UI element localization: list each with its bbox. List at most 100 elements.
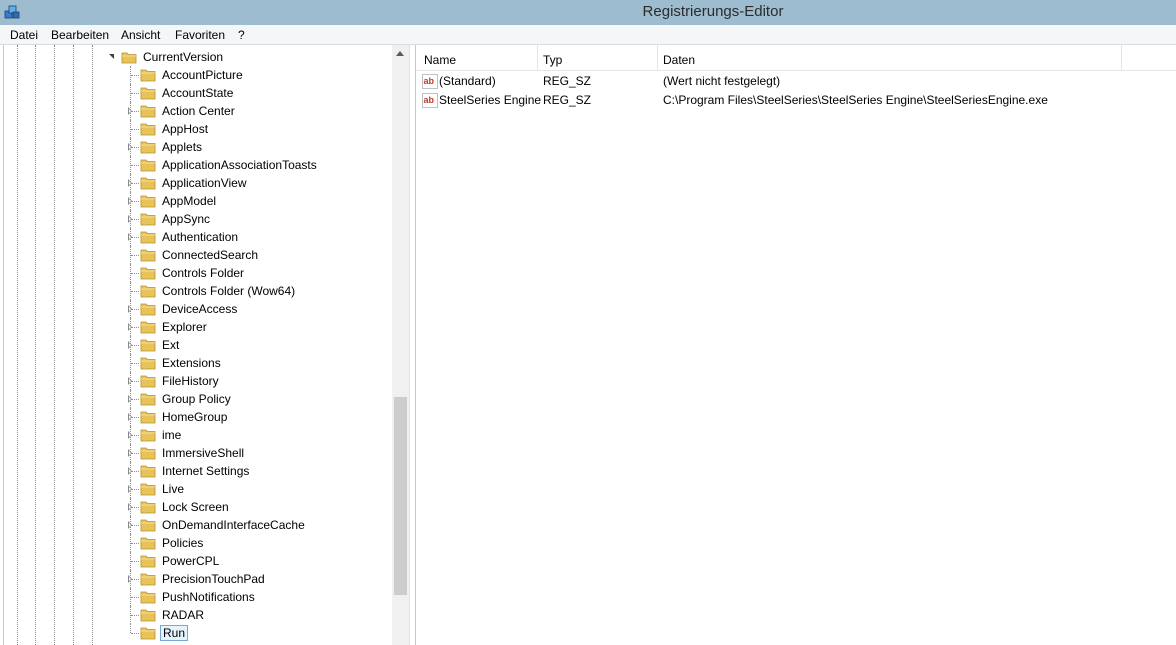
expand-arrow-icon[interactable] — [126, 340, 135, 350]
column-divider[interactable] — [1121, 45, 1122, 71]
tree-node[interactable]: AccountPicture — [0, 66, 392, 84]
tree-node[interactable]: AccountState — [0, 84, 392, 102]
tree-node[interactable]: Lock Screen — [0, 498, 392, 516]
folder-icon — [140, 159, 156, 172]
tree-connector — [131, 129, 139, 130]
window-title: Registrierungs-Editor — [642, 3, 784, 20]
expand-arrow-icon[interactable] — [126, 106, 135, 116]
tree-node[interactable]: Authentication — [0, 228, 392, 246]
scroll-up-arrow-icon[interactable] — [392, 45, 409, 62]
tree-node[interactable]: OnDemandInterfaceCache — [0, 516, 392, 534]
tree-node[interactable]: Policies — [0, 534, 392, 552]
tree-node[interactable]: FileHistory — [0, 372, 392, 390]
tree-node[interactable]: PrecisionTouchPad — [0, 570, 392, 588]
menu-ansicht[interactable]: Ansicht — [119, 27, 162, 43]
expand-arrow-icon[interactable] — [126, 484, 135, 494]
tree-node-label: PowerCPL — [162, 554, 220, 568]
expand-arrow-icon[interactable] — [126, 214, 135, 224]
title-bar: Registrierungs-Editor — [0, 0, 1176, 25]
tree-node[interactable]: ImmersiveShell — [0, 444, 392, 462]
tree-node[interactable]: PushNotifications — [0, 588, 392, 606]
tree-node[interactable]: ConnectedSearch — [0, 246, 392, 264]
folder-icon — [140, 357, 156, 370]
folder-icon — [140, 231, 156, 244]
expand-arrow-icon[interactable] — [126, 178, 135, 188]
tree-guide-line — [130, 624, 131, 633]
tree-connector — [131, 93, 139, 94]
column-divider[interactable] — [537, 45, 538, 71]
folder-icon — [140, 141, 156, 154]
expand-arrow-icon[interactable] — [126, 394, 135, 404]
value-row[interactable]: ab (Standard) REG_SZ (Wert nicht festgelegt… — [416, 72, 1176, 91]
tree-node[interactable]: DeviceAccess — [0, 300, 392, 318]
tree-scrollbar[interactable] — [392, 45, 409, 645]
tree-node-currentversion[interactable]: CurrentVersion — [0, 48, 392, 66]
value-name-cell: SteelSeries Engine — [439, 93, 542, 107]
tree-node[interactable]: AppModel — [0, 192, 392, 210]
tree-node[interactable]: Explorer — [0, 318, 392, 336]
expand-arrow-icon[interactable] — [126, 448, 135, 458]
svg-text:ab: ab — [424, 95, 435, 105]
expand-arrow-icon[interactable] — [126, 502, 135, 512]
expand-arrow-icon[interactable] — [126, 520, 135, 530]
tree-node[interactable]: PowerCPL — [0, 552, 392, 570]
column-header-name[interactable]: Name — [424, 52, 456, 68]
folder-icon — [140, 303, 156, 316]
collapse-arrow-icon[interactable] — [108, 52, 117, 62]
tree-node[interactable]: AppHost — [0, 120, 392, 138]
tree-node[interactable]: Controls Folder — [0, 264, 392, 282]
column-header-data[interactable]: Daten — [663, 52, 695, 68]
tree-node-label: Lock Screen — [162, 500, 229, 514]
tree-node-label: ApplicationAssociationToasts — [162, 158, 317, 172]
tree-node-label: Run — [160, 625, 189, 641]
scrollbar-thumb[interactable] — [394, 397, 407, 595]
expand-arrow-icon[interactable] — [126, 574, 135, 584]
expand-arrow-icon[interactable] — [126, 304, 135, 314]
tree-guide-line — [130, 120, 131, 138]
menu-help[interactable]: ? — [236, 27, 247, 43]
tree-node[interactable]: Group Policy — [0, 390, 392, 408]
tree-node-label: PushNotifications — [162, 590, 255, 604]
tree-node[interactable]: Internet Settings — [0, 462, 392, 480]
folder-icon — [140, 249, 156, 262]
folder-icon — [140, 339, 156, 352]
tree-node[interactable]: Live — [0, 480, 392, 498]
tree-node[interactable]: ime — [0, 426, 392, 444]
folder-icon — [140, 627, 156, 640]
tree-node[interactable]: Ext — [0, 336, 392, 354]
tree-node[interactable]: ApplicationAssociationToasts — [0, 156, 392, 174]
tree-node[interactable]: AppSync — [0, 210, 392, 228]
menu-bearbeiten[interactable]: Bearbeiten — [49, 27, 111, 43]
tree-node-label: AccountPicture — [162, 68, 243, 82]
tree-node[interactable]: Action Center — [0, 102, 392, 120]
tree-node-label: Group Policy — [162, 392, 231, 406]
expand-arrow-icon[interactable] — [126, 412, 135, 422]
tree-node[interactable]: Controls Folder (Wow64) — [0, 282, 392, 300]
key-tree[interactable]: CurrentVersion AccountPicture AccountStat… — [0, 45, 410, 645]
expand-arrow-icon[interactable] — [126, 376, 135, 386]
expand-arrow-icon[interactable] — [126, 322, 135, 332]
value-row[interactable]: ab SteelSeries Engine REG_SZ C:\Program Fil… — [416, 91, 1176, 110]
folder-icon — [140, 393, 156, 406]
tree-node[interactable]: HomeGroup — [0, 408, 392, 426]
expand-arrow-icon[interactable] — [126, 196, 135, 206]
tree-node-label: AppHost — [162, 122, 209, 136]
menu-datei[interactable]: Datei — [8, 27, 40, 43]
tree-node[interactable]: RADAR — [0, 606, 392, 624]
value-data-cell: C:\Program Files\SteelSeries\SteelSeries… — [663, 93, 1048, 107]
column-header-type[interactable]: Typ — [543, 52, 562, 68]
value-type-cell: REG_SZ — [543, 74, 592, 88]
expand-arrow-icon[interactable] — [126, 232, 135, 242]
tree-node-label: OnDemandInterfaceCache — [162, 518, 305, 532]
tree-node[interactable]: ApplicationView — [0, 174, 392, 192]
menu-favoriten[interactable]: Favoriten — [173, 27, 227, 43]
expand-arrow-icon[interactable] — [126, 466, 135, 476]
folder-icon — [140, 465, 156, 478]
expand-arrow-icon[interactable] — [126, 430, 135, 440]
tree-node[interactable]: Applets — [0, 138, 392, 156]
expand-arrow-icon[interactable] — [126, 142, 135, 152]
value-list[interactable]: Name Typ Daten ab (Standard) REG_SZ (Wert n… — [415, 45, 1176, 645]
column-divider[interactable] — [657, 45, 658, 71]
tree-node[interactable]: Run — [0, 624, 392, 642]
tree-node[interactable]: Extensions — [0, 354, 392, 372]
